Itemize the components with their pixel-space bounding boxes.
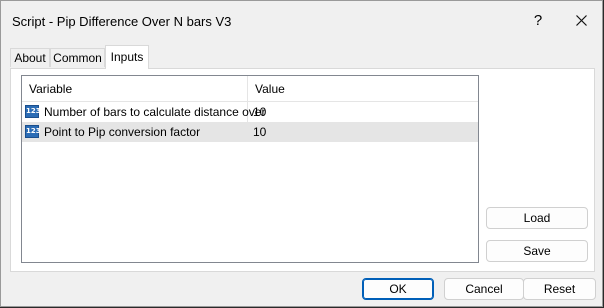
load-button[interactable]: Load xyxy=(486,207,588,229)
tab-inputs[interactable]: Inputs xyxy=(105,45,149,69)
help-button[interactable]: ? xyxy=(523,7,553,35)
variable-cell[interactable]: 123 Number of bars to calculate distance… xyxy=(22,102,265,122)
window-title: Script - Pip Difference Over N bars V3 xyxy=(12,14,232,29)
variable-name: Point to Pip conversion factor xyxy=(44,125,201,139)
script-dialog: Script - Pip Difference Over N bars V3 ?… xyxy=(0,0,603,307)
variable-cell[interactable]: 123 Point to Pip conversion factor xyxy=(22,122,248,142)
reset-button[interactable]: Reset xyxy=(523,278,596,300)
save-button[interactable]: Save xyxy=(486,240,588,262)
tab-common[interactable]: Common xyxy=(50,48,105,67)
column-header-value[interactable]: Value xyxy=(248,76,478,101)
value-cell[interactable]: 10 xyxy=(248,122,478,142)
integer-type-icon: 123 xyxy=(25,105,41,118)
column-header-variable[interactable]: Variable xyxy=(22,76,248,101)
inputs-table[interactable]: Variable Value 123 Number of bars to cal… xyxy=(21,75,479,263)
ok-button[interactable]: OK xyxy=(362,278,434,300)
cancel-button[interactable]: Cancel xyxy=(444,278,524,300)
value-cell[interactable]: 10 xyxy=(248,102,478,122)
variable-name: Number of bars to calculate distance ove… xyxy=(44,105,266,119)
inputs-panel: Variable Value 123 Number of bars to cal… xyxy=(10,68,595,272)
table-row[interactable]: 123 Number of bars to calculate distance… xyxy=(22,102,478,122)
tab-about[interactable]: About xyxy=(10,48,50,67)
table-header: Variable Value xyxy=(22,76,478,102)
close-icon xyxy=(576,15,587,26)
close-button[interactable] xyxy=(567,7,597,35)
integer-type-icon: 123 xyxy=(25,125,41,138)
title-bar[interactable]: Script - Pip Difference Over N bars V3 ? xyxy=(1,1,602,41)
table-row[interactable]: 123 Point to Pip conversion factor 10 xyxy=(22,122,478,142)
